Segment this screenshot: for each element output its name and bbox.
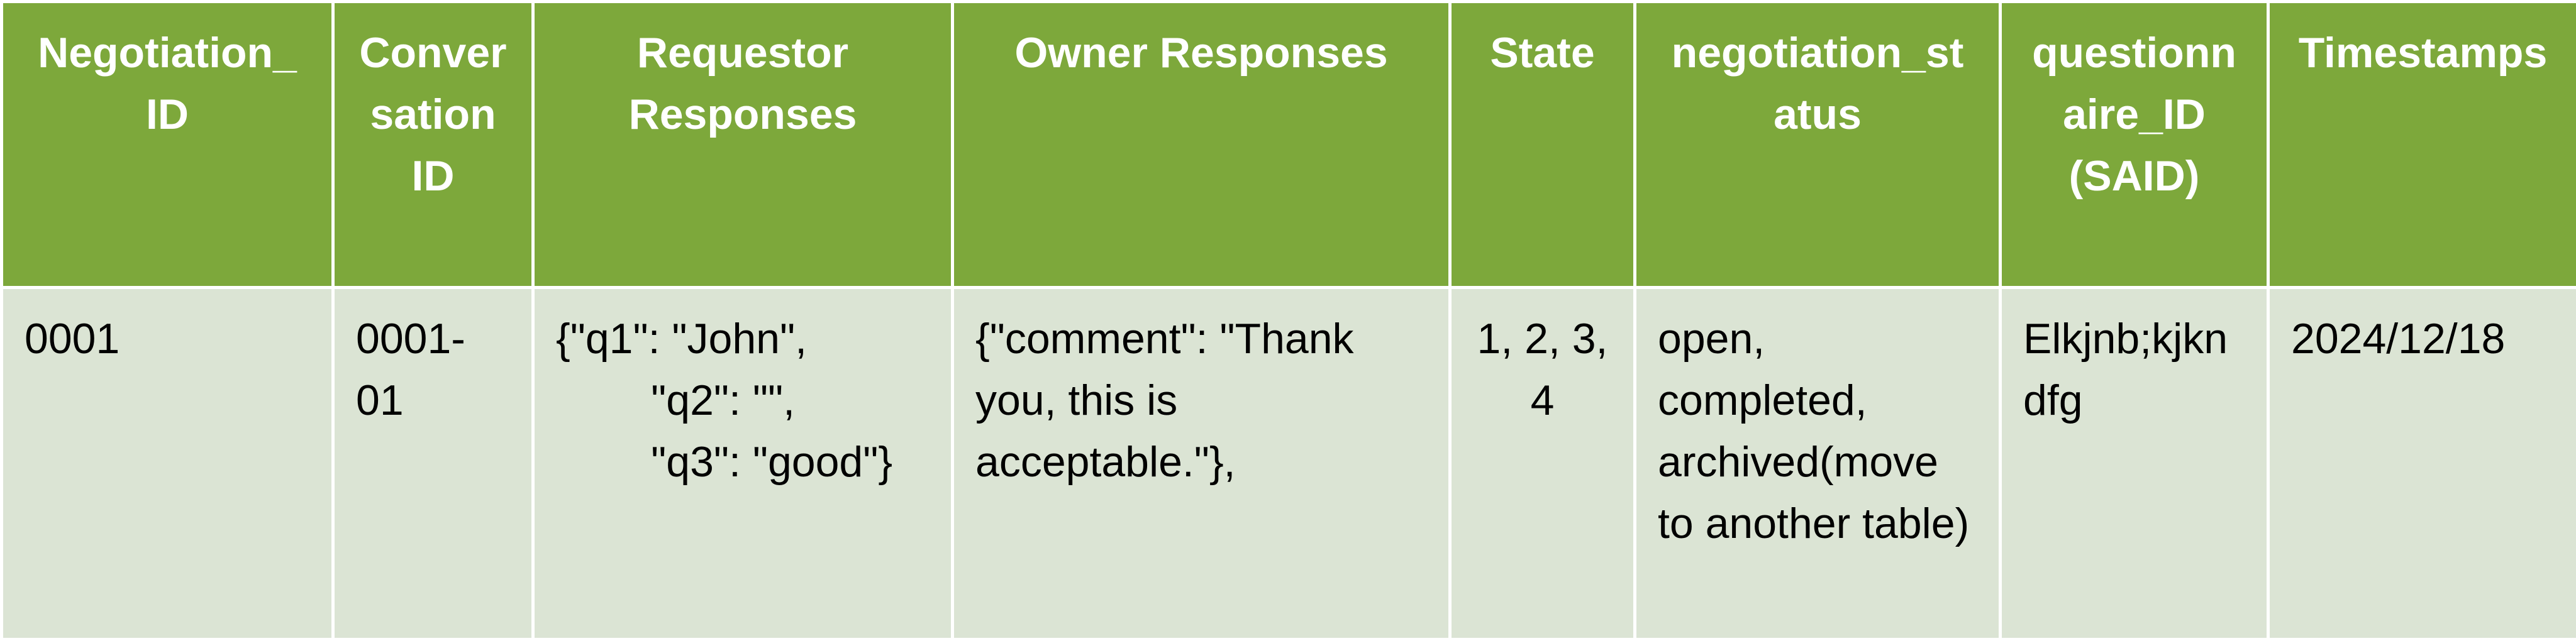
header-conversation-id: Conver sation ID bbox=[333, 2, 533, 288]
header-negotiation-status: negotiation_st atus bbox=[1635, 2, 2001, 288]
table-row: 0001 0001- 01 {"q1": "John", "q2": "", "… bbox=[2, 288, 2576, 640]
data-table: Negotiation_ ID Conver sation ID Request… bbox=[0, 0, 2576, 641]
header-questionnaire-id: questionn aire_ID (SAID) bbox=[2001, 2, 2268, 288]
cell-negotiation-status: open, completed, archived(move to anothe… bbox=[1635, 288, 2001, 640]
cell-conversation-id: 0001- 01 bbox=[333, 288, 533, 640]
document-page: Negotiation_ ID Conver sation ID Request… bbox=[0, 0, 2576, 620]
cell-negotiation-id: 0001 bbox=[2, 288, 333, 640]
cell-requestor-responses: {"q1": "John", "q2": "", "q3": "good"} bbox=[533, 288, 953, 640]
header-owner-responses: Owner Responses bbox=[953, 2, 1450, 288]
cell-timestamps: 2024/12/18 bbox=[2268, 288, 2576, 640]
header-state: State bbox=[1450, 2, 1635, 288]
header-requestor-responses: Requestor Responses bbox=[533, 2, 953, 288]
cell-owner-responses: {"comment": "Thank you, this is acceptab… bbox=[953, 288, 1450, 640]
header-negotiation-id: Negotiation_ ID bbox=[2, 2, 333, 288]
header-row: Negotiation_ ID Conver sation ID Request… bbox=[2, 2, 2576, 288]
header-timestamps: Timestamps bbox=[2268, 2, 2576, 288]
cell-state: 1, 2, 3, 4 bbox=[1450, 288, 1635, 640]
cell-questionnaire-id: Elkjnb;kjkndfg bbox=[2001, 288, 2268, 640]
table-body: 0001 0001- 01 {"q1": "John", "q2": "", "… bbox=[2, 288, 2576, 640]
table-header: Negotiation_ ID Conver sation ID Request… bbox=[2, 2, 2576, 288]
